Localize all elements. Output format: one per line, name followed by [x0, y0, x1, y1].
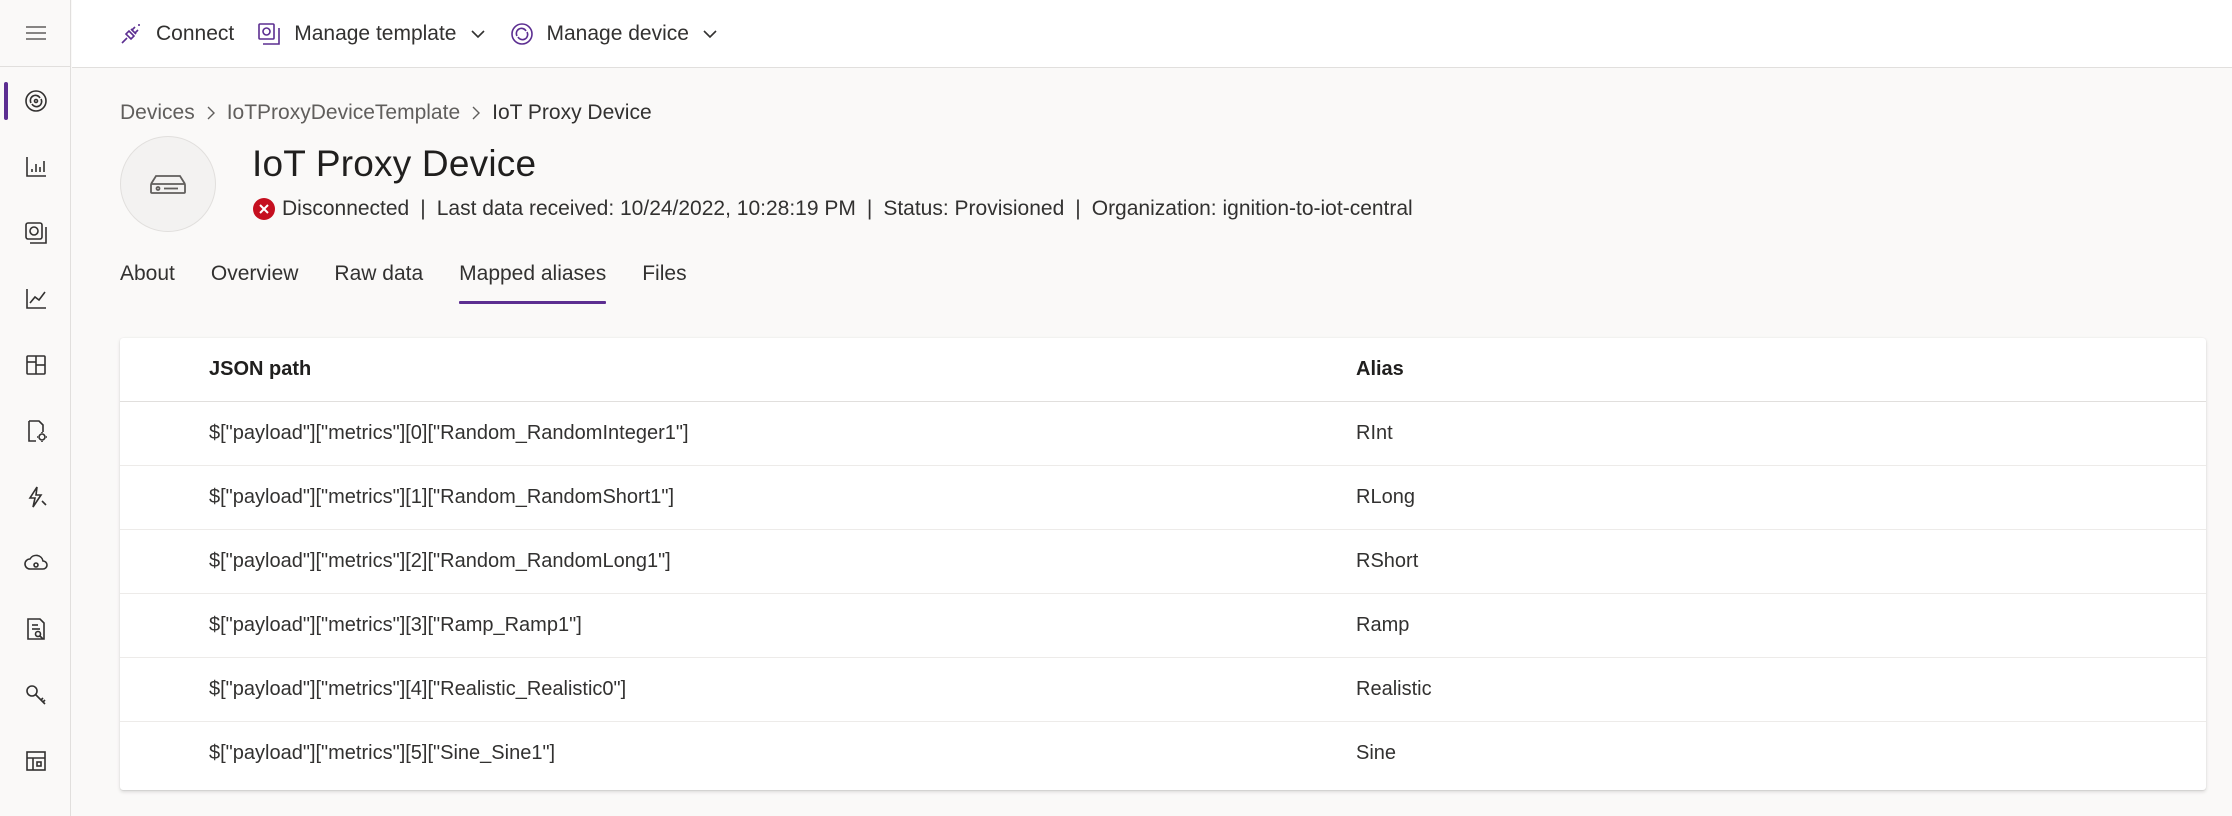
breadcrumb: Devices IoTProxyDeviceTemplate IoT Proxy… [120, 101, 652, 125]
data-export-icon [27, 420, 47, 442]
tab-overview[interactable]: Overview [211, 262, 299, 304]
nav-audit-logs[interactable] [0, 596, 71, 662]
device-templates-icon [25, 355, 46, 375]
device-tabs: About Overview Raw data Mapped aliases F… [120, 262, 723, 304]
manage-template-label: Manage template [294, 21, 457, 45]
meta-separator: | [420, 197, 426, 220]
device-hardware-icon [150, 175, 186, 194]
breadcrumb-devices[interactable]: Devices [120, 101, 195, 125]
error-icon [253, 198, 275, 220]
nav-permissions[interactable] [0, 662, 71, 728]
table-row: $["payload"]["metrics"][0]["Random_Rando… [120, 402, 2206, 466]
json-path-cell: $["payload"]["metrics"][3]["Ramp_Ramp1"] [209, 614, 582, 636]
customization-icon [25, 751, 46, 771]
menu-icon [25, 26, 46, 40]
device-groups-icon [24, 222, 47, 244]
chevron-right-icon [472, 106, 481, 120]
dashboard-icon [25, 157, 46, 177]
connect-label: Connect [156, 21, 235, 45]
chevron-right-icon [207, 106, 215, 120]
device-meta: Disconnected | Last data received: 10/24… [252, 197, 1413, 221]
column-header-json-path[interactable]: JSON path [209, 358, 311, 381]
organization: Organization: ignition-to-iot-central [1091, 197, 1413, 220]
json-path-cell: $["payload"]["metrics"][2]["Random_Rando… [209, 550, 671, 572]
devices-icon [24, 90, 47, 112]
analytics-icon [25, 289, 46, 309]
connection-status: Disconnected [282, 197, 410, 220]
json-path-cell: $["payload"]["metrics"][0]["Random_Rando… [209, 422, 689, 444]
table-header: JSON path Alias [120, 338, 2206, 402]
alias-cell: Realistic [1356, 678, 1432, 700]
nav-dashboards[interactable] [0, 134, 71, 200]
alias-cell: RLong [1356, 486, 1415, 508]
last-data-received: Last data received: 10/24/2022, 10:28:19… [436, 197, 856, 220]
alias-cell: RInt [1356, 422, 1393, 444]
breadcrumb-current: IoT Proxy Device [492, 101, 652, 124]
alias-cell: Ramp [1356, 614, 1410, 636]
chevron-down-icon [470, 29, 485, 38]
table-row: $["payload"]["metrics"][5]["Sine_Sine1"]… [120, 722, 2206, 786]
tab-about[interactable]: About [120, 262, 175, 304]
connect-button[interactable]: Connect [118, 0, 234, 68]
meta-separator: | [1075, 197, 1081, 220]
device-icon [510, 22, 533, 45]
nav-device-groups[interactable] [0, 200, 71, 266]
jobs-icon [28, 486, 47, 508]
meta-separator: | [866, 197, 873, 220]
alias-cell: Sine [1356, 742, 1397, 764]
mapped-aliases-table: JSON path Alias $["payload"]["metrics"][… [120, 338, 2206, 790]
provision-status: Status: Provisioned [883, 197, 1065, 220]
nav-templates[interactable] [0, 332, 71, 398]
nav-iot-edge[interactable] [0, 530, 71, 596]
json-path-cell: $["payload"]["metrics"][4]["Realistic_Re… [209, 678, 627, 700]
iot-edge-icon [23, 554, 48, 570]
hamburger-menu-button[interactable] [0, 0, 71, 66]
column-header-alias[interactable]: Alias [1356, 358, 1404, 381]
template-icon [258, 22, 281, 45]
table-row: $["payload"]["metrics"][1]["Random_Rando… [120, 466, 2206, 530]
manage-device-label: Manage device [546, 21, 689, 45]
json-path-cell: $["payload"]["metrics"][5]["Sine_Sine1"] [209, 742, 556, 764]
page-title: IoT Proxy Device [252, 143, 537, 184]
nav-devices[interactable] [0, 68, 71, 134]
table-row: $["payload"]["metrics"][2]["Random_Rando… [120, 530, 2206, 594]
left-nav-rail [0, 0, 71, 816]
tab-files[interactable]: Files [642, 262, 686, 304]
tab-raw-data[interactable]: Raw data [334, 262, 423, 304]
nav-jobs[interactable] [0, 464, 71, 530]
tab-mapped-aliases[interactable]: Mapped aliases [459, 262, 607, 304]
nav-analytics[interactable] [0, 266, 71, 332]
nav-data-export[interactable] [0, 398, 71, 464]
json-path-cell: $["payload"]["metrics"][1]["Random_Rando… [209, 486, 675, 508]
device-avatar [120, 136, 216, 232]
manage-template-button[interactable]: Manage template [256, 0, 486, 68]
audit-logs-icon [26, 618, 45, 640]
table-row: $["payload"]["metrics"][4]["Realistic_Re… [120, 658, 2206, 722]
rail-divider [0, 66, 71, 67]
breadcrumb-template[interactable]: IoTProxyDeviceTemplate [227, 101, 460, 125]
command-bar: Connect Manage template Manage device [72, 0, 2232, 68]
chevron-down-icon [703, 29, 717, 38]
manage-device-button[interactable]: Manage device [509, 0, 719, 68]
alias-cell: RShort [1356, 550, 1419, 572]
plug-icon [121, 23, 140, 44]
permissions-icon [25, 685, 46, 705]
table-row: $["payload"]["metrics"][3]["Ramp_Ramp1"]… [120, 594, 2206, 658]
nav-customization[interactable] [0, 728, 71, 794]
